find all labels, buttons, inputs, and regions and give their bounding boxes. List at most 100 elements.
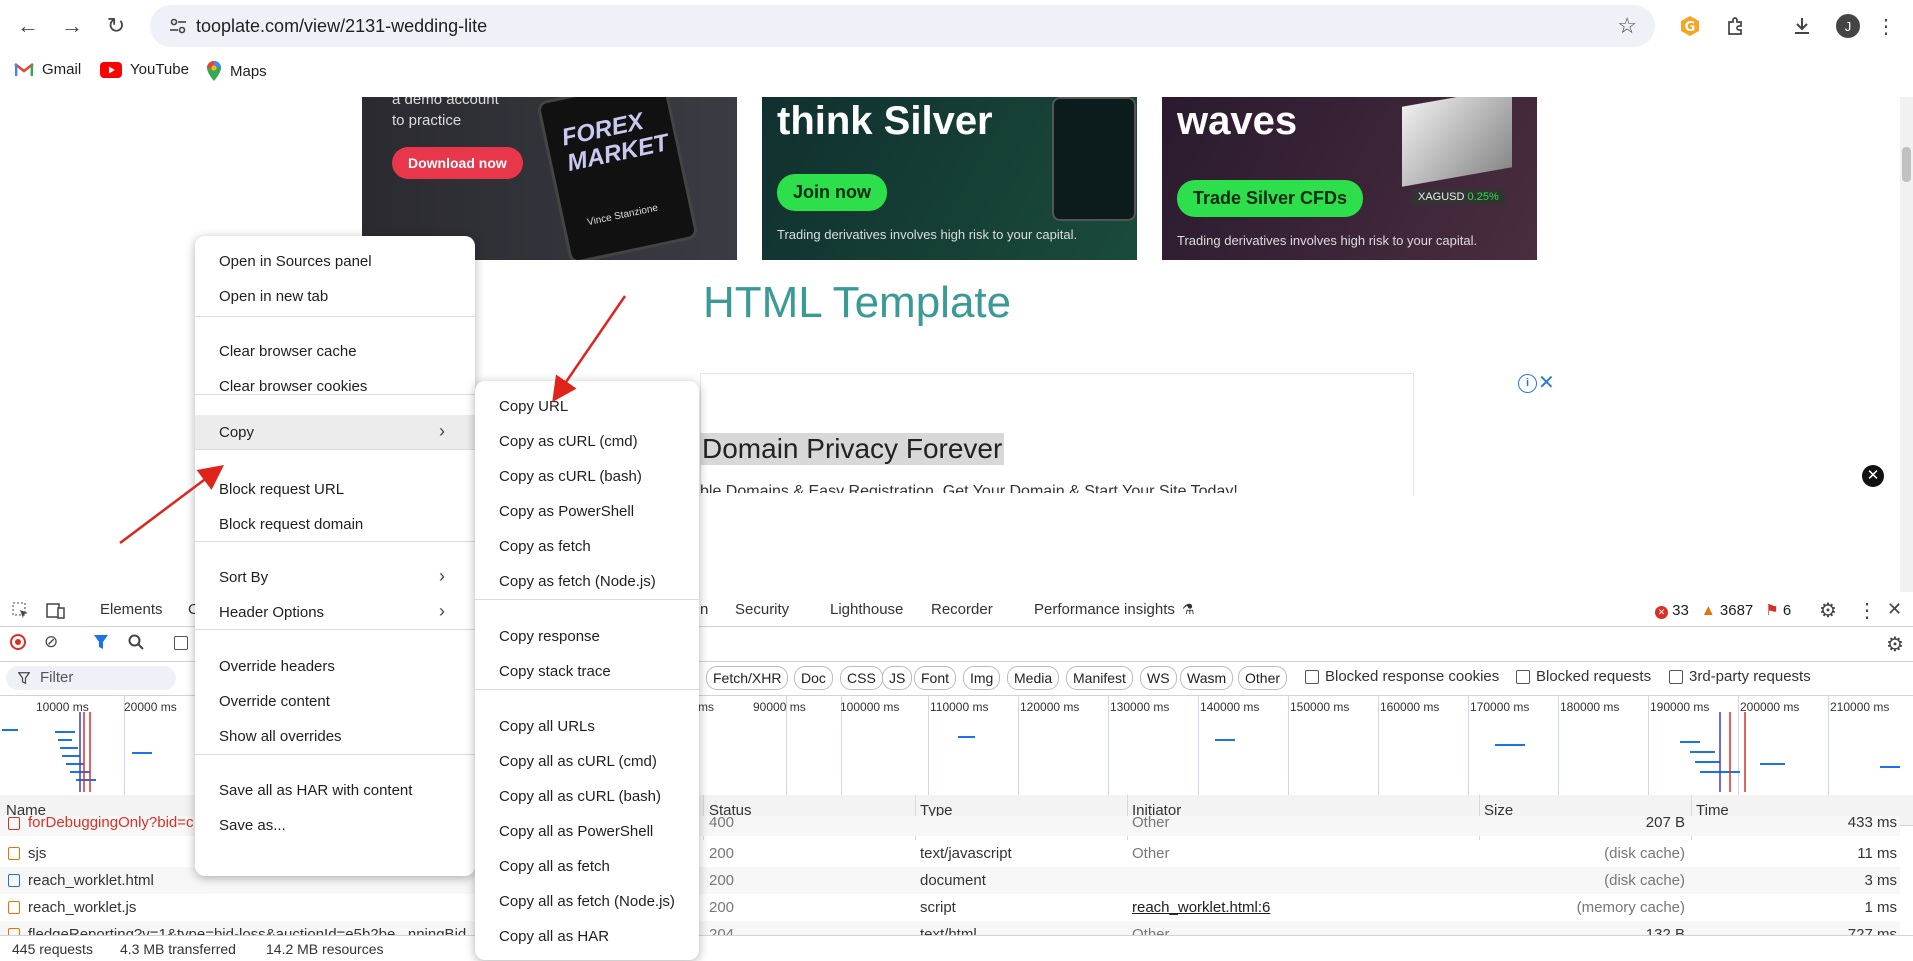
tab-performance-insights[interactable]: Performance insights xyxy=(1034,601,1175,618)
site-info-icon[interactable] xyxy=(168,16,188,36)
tab-recorder[interactable]: Recorder xyxy=(931,601,993,618)
device-toolbar-icon[interactable] xyxy=(46,602,66,620)
profile-avatar[interactable]: J xyxy=(1836,14,1860,38)
youtube-icon xyxy=(100,61,122,78)
tab-lighthouse[interactable]: Lighthouse xyxy=(830,601,903,618)
menu-item-header-options[interactable]: Header Options › xyxy=(195,595,475,630)
filter-input[interactable]: Filter xyxy=(6,666,176,690)
menu-item-copy-as-curl-bash[interactable]: Copy as cURL (bash) xyxy=(475,459,699,494)
devtools-counters[interactable]: ✕ 33 ▲ 3687 ⚑ 6 xyxy=(1655,601,1791,619)
settings-gear-icon[interactable]: ⚙ xyxy=(1819,598,1837,623)
tab-security[interactable]: Security xyxy=(735,601,789,618)
menu-item-copy[interactable]: Copy › xyxy=(195,415,475,450)
inspect-element-icon[interactable] xyxy=(12,602,30,620)
ad-trade-button[interactable]: Trade Silver CFDs xyxy=(1177,180,1364,217)
cell-type: text/javascript xyxy=(920,845,1012,862)
menu-item-block-request-domain[interactable]: Block request domain xyxy=(195,507,475,542)
menu-item-save-as[interactable]: Save as... xyxy=(195,808,475,843)
bookmark-star-icon[interactable]: ☆ xyxy=(1617,13,1637,39)
menu-item-copy-all-as-powershell[interactable]: Copy all as PowerShell xyxy=(475,814,699,849)
checkbox-box[interactable] xyxy=(1516,669,1530,684)
preserve-log-checkbox[interactable] xyxy=(174,636,188,650)
search-icon[interactable] xyxy=(128,634,144,650)
ad-info-icon[interactable]: i xyxy=(1518,374,1537,393)
chrome-menu-icon[interactable]: ⋮ xyxy=(1872,12,1900,40)
address-bar[interactable]: tooplate.com/view/2131-wedding-lite ☆ xyxy=(150,5,1655,47)
script-icon xyxy=(8,901,20,914)
filter-wasm[interactable]: Wasm xyxy=(1180,666,1234,690)
menu-item-override-content[interactable]: Override content xyxy=(195,684,475,719)
menu-item-sort-by[interactable]: Sort By › xyxy=(195,560,475,595)
clear-icon[interactable]: ⊘ xyxy=(44,632,58,652)
warnings-count[interactable]: ▲ 3687 xyxy=(1701,602,1753,619)
menu-item-copy-as-fetch-node-js[interactable]: Copy as fetch (Node.js) xyxy=(475,564,699,599)
record-icon[interactable] xyxy=(10,634,26,650)
close-devtools-icon[interactable]: ✕ xyxy=(1887,599,1902,620)
issues-count[interactable]: ⚑ 6 xyxy=(1765,601,1791,619)
menu-item-show-all-overrides[interactable]: Show all overrides xyxy=(195,719,475,754)
bookmark-youtube[interactable]: YouTube xyxy=(100,61,189,78)
blocked-response-cookies-checkbox[interactable]: Blocked response cookies xyxy=(1305,668,1499,685)
menu-item-clear-browser-cookies[interactable]: Clear browser cookies xyxy=(195,369,475,404)
menu-item-copy-as-powershell[interactable]: Copy as PowerShell xyxy=(475,494,699,529)
ad-close-icon[interactable]: ✕ xyxy=(1538,370,1555,395)
filter-manifest[interactable]: Manifest xyxy=(1066,666,1133,690)
menu-item-copy-url[interactable]: Copy URL xyxy=(475,389,699,424)
cell-initiator[interactable]: reach_worklet.html:6 xyxy=(1132,899,1270,916)
menu-item-open-in-new-tab[interactable]: Open in new tab xyxy=(195,279,475,314)
filter-css[interactable]: CSS xyxy=(840,666,883,690)
ad-banner-title[interactable]: Domain Privacy Forever xyxy=(700,433,1005,465)
menu-item-copy-all-as-fetch[interactable]: Copy all as fetch xyxy=(475,849,699,884)
bookmark-maps[interactable]: Maps xyxy=(206,61,267,81)
filter-icon[interactable] xyxy=(93,634,109,650)
filter-doc[interactable]: Doc xyxy=(794,666,833,690)
menu-item-copy-all-as-curl-bash[interactable]: Copy all as cURL (bash) xyxy=(475,779,699,814)
menu-separator xyxy=(195,449,475,450)
copy-submenu: Copy URL Copy as cURL (cmd) Copy as cURL (… xyxy=(475,381,699,960)
checkbox-box[interactable] xyxy=(1305,669,1319,684)
tab-application[interactable]: n xyxy=(700,601,708,618)
ad-trade-silver[interactable]: waves Trade Silver CFDs XAGUSD 0.25% Tra… xyxy=(1162,97,1537,260)
download-icon[interactable] xyxy=(1788,12,1816,40)
back-icon[interactable]: ← xyxy=(12,10,44,42)
menu-item-block-request-url[interactable]: Block request URL xyxy=(195,472,475,507)
bookmark-gmail[interactable]: Gmail xyxy=(14,61,81,78)
third-party-requests-checkbox[interactable]: 3rd-party requests xyxy=(1669,668,1811,685)
menu-item-clear-browser-cache[interactable]: Clear browser cache xyxy=(195,334,475,369)
ad-silver[interactable]: think Silver Join now Trading derivative… xyxy=(762,97,1137,260)
ad-download-button[interactable]: Download now xyxy=(392,147,523,179)
menu-item-copy-stack-trace[interactable]: Copy stack trace xyxy=(475,654,699,689)
menu-item-override-headers[interactable]: Override headers xyxy=(195,649,475,684)
menu-item-copy-all-as-har[interactable]: Copy all as HAR xyxy=(475,919,699,954)
reload-icon[interactable]: ↻ xyxy=(100,10,132,42)
menu-item-copy-response[interactable]: Copy response xyxy=(475,619,699,654)
menu-item-open-in-sources-panel[interactable]: Open in Sources panel xyxy=(195,244,475,279)
filter-other[interactable]: Other xyxy=(1238,666,1288,690)
extension-g-icon[interactable]: G xyxy=(1676,12,1704,40)
ad-join-button[interactable]: Join now xyxy=(777,174,887,211)
extensions-puzzle-icon[interactable] xyxy=(1722,12,1750,40)
scrollbar-thumb[interactable] xyxy=(1902,147,1911,182)
filter-font[interactable]: Font xyxy=(914,666,957,690)
menu-item-copy-as-curl-cmd[interactable]: Copy as cURL (cmd) xyxy=(475,424,699,459)
filter-ws[interactable]: WS xyxy=(1140,666,1177,690)
filter-fetch-xhr[interactable]: Fetch/XHR xyxy=(706,666,789,690)
menu-item-copy-all-as-curl-cmd[interactable]: Copy all as cURL (cmd) xyxy=(475,744,699,779)
network-settings-icon[interactable]: ⚙ xyxy=(1886,632,1904,657)
forward-icon[interactable]: → xyxy=(56,10,88,42)
menu-item-copy-all-as-fetch-node-js[interactable]: Copy all as fetch (Node.js) xyxy=(475,884,699,919)
menu-item-copy-as-fetch[interactable]: Copy as fetch xyxy=(475,529,699,564)
filter-js[interactable]: JS xyxy=(882,666,913,690)
url-text[interactable]: tooplate.com/view/2131-wedding-lite xyxy=(196,16,487,37)
tab-elements[interactable]: Elements xyxy=(100,601,163,618)
close-overlay-icon[interactable]: ✕ xyxy=(1862,465,1884,487)
filter-media[interactable]: Media xyxy=(1007,666,1060,690)
devtools-menu-icon[interactable]: ⋮ xyxy=(1857,598,1877,623)
errors-count[interactable]: ✕ 33 xyxy=(1655,602,1689,619)
menu-item-save-all-as-har-with-content[interactable]: Save all as HAR with content xyxy=(195,773,475,808)
blocked-requests-checkbox[interactable]: Blocked requests xyxy=(1516,668,1651,685)
checkbox-box[interactable] xyxy=(1669,669,1683,684)
filter-img[interactable]: Img xyxy=(963,666,1001,690)
table-row[interactable]: reach_worklet.js 200 script reach_worklet.h… xyxy=(0,894,1900,921)
menu-item-copy-all-urls[interactable]: Copy all URLs xyxy=(475,709,699,744)
